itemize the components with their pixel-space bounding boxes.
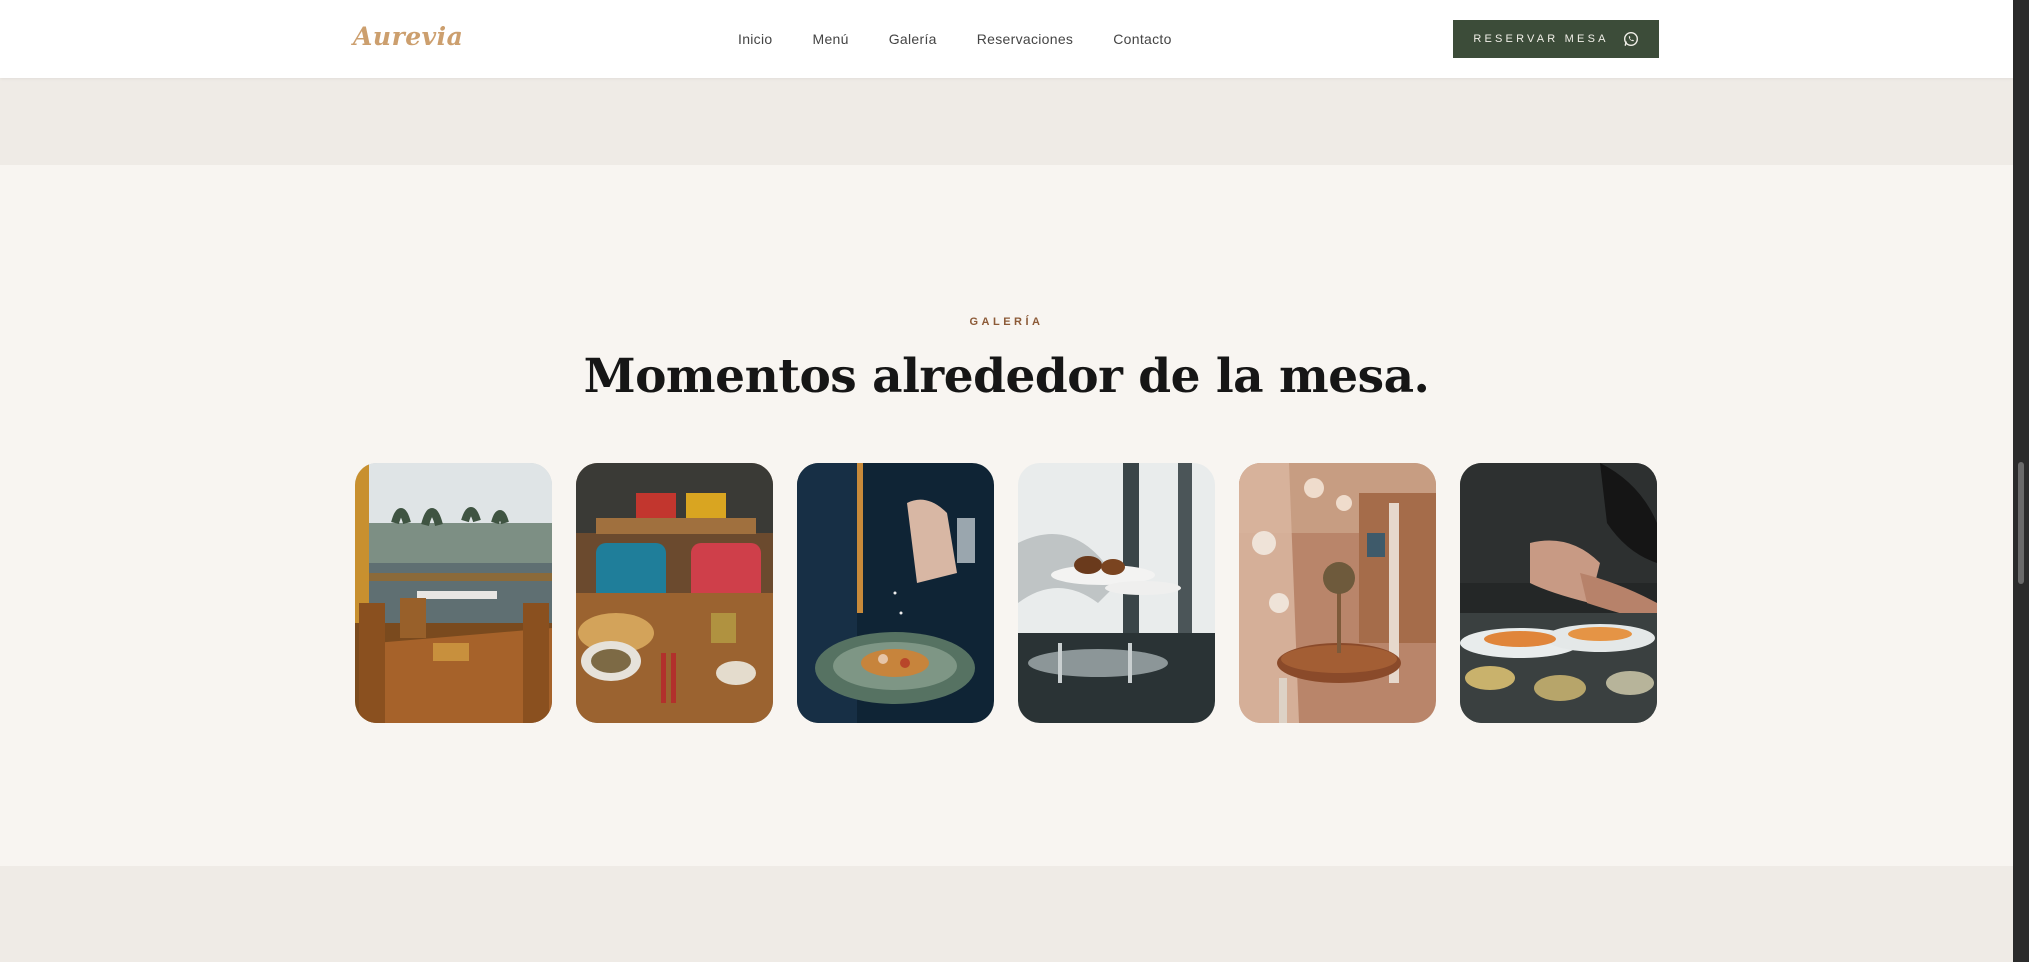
next-section-band — [0, 866, 2013, 962]
previous-section-band — [0, 78, 2013, 165]
whatsapp-icon — [1623, 31, 1639, 47]
gallery-grid — [355, 463, 1657, 723]
gallery-eyebrow: GALERÍA — [969, 316, 1044, 328]
nav-item-galeria[interactable]: Galería — [889, 31, 937, 47]
waiter-serving-photo[interactable] — [1018, 463, 1215, 723]
nav-item-inicio[interactable]: Inicio — [738, 31, 772, 47]
site-header: Aurevia Inicio Menú Galería Reservacione… — [0, 0, 2013, 78]
main-nav: Inicio Menú Galería Reservaciones Contac… — [738, 31, 1172, 47]
gallery-section: GALERÍA Momentos alrededor de la mesa. — [0, 165, 2013, 866]
nav-item-menu[interactable]: Menú — [812, 31, 848, 47]
page: Aurevia Inicio Menú Galería Reservacione… — [0, 0, 2013, 962]
vertical-scrollbar[interactable] — [2013, 0, 2029, 962]
colorful-table-photo[interactable] — [576, 463, 773, 723]
scrollbar-thumb[interactable] — [2018, 462, 2024, 584]
reserve-table-button[interactable]: RESERVAR MESA — [1453, 20, 1659, 58]
reserve-table-label: RESERVAR MESA — [1473, 33, 1609, 45]
dining-room-photo[interactable] — [1239, 463, 1436, 723]
nav-item-contacto[interactable]: Contacto — [1113, 31, 1171, 47]
nav-item-reservaciones[interactable]: Reservaciones — [977, 31, 1074, 47]
chef-seasoning-photo[interactable] — [797, 463, 994, 723]
gallery-title: Momentos alrededor de la mesa. — [583, 349, 1430, 404]
brand-logo[interactable]: Aurevia — [353, 22, 463, 51]
chef-plating-photo[interactable] — [1460, 463, 1657, 723]
terrace-dining-photo[interactable] — [355, 463, 552, 723]
